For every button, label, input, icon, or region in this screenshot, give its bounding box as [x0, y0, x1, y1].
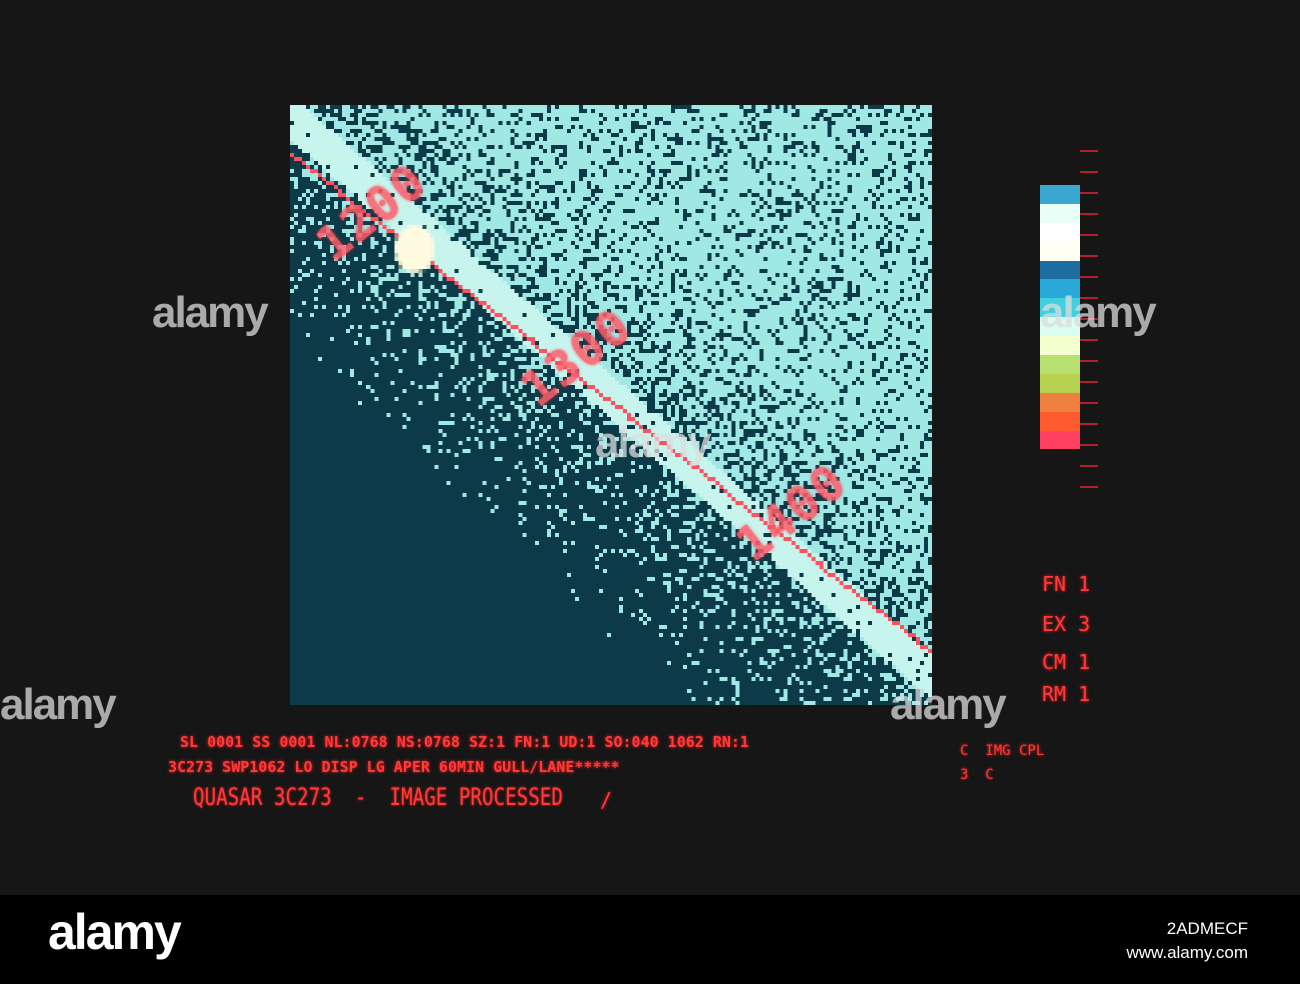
watermark: alamy: [1040, 288, 1157, 337]
status-right-1: C IMG CPL: [960, 743, 1045, 759]
scale-tick: [1080, 381, 1098, 383]
scale-tick: [1080, 276, 1098, 278]
color-scale-segment: [1040, 430, 1080, 450]
scale-tick: [1080, 234, 1098, 236]
scale-tick: [1080, 192, 1098, 194]
status-line-1: SL 0001 SS 0001 NL:0768 NS:0768 SZ:1 FN:…: [180, 733, 749, 751]
scale-tick: [1080, 444, 1098, 446]
color-scale-segment: [1040, 355, 1080, 374]
color-scale-segment: [1040, 222, 1080, 242]
color-scale-segment: [1040, 336, 1080, 356]
watermark: alamy: [595, 418, 712, 467]
color-scale-segment: [1040, 185, 1080, 204]
param-fn: FN 1: [1042, 572, 1091, 596]
alamy-logo: alamy: [48, 904, 182, 960]
color-scale-segment: [1040, 260, 1080, 280]
color-scale-segment: [1040, 203, 1080, 223]
scale-tick: [1080, 402, 1098, 404]
watermark: alamy: [890, 680, 1007, 729]
scale-tick: [1080, 423, 1098, 425]
param-rm: RM 1: [1042, 682, 1091, 706]
image-id: 2ADMECF: [1166, 919, 1248, 938]
watermark: alamy: [0, 680, 117, 729]
credit-url: www.alamy.com: [1126, 943, 1248, 962]
status-right-2: 3 C: [960, 767, 994, 783]
scale-tick: [1080, 255, 1098, 257]
image-title: QUASAR 3C273 - IMAGE PROCESSED: [193, 783, 563, 811]
color-scale-segment: [1040, 241, 1080, 261]
processed-image: 1200 1300 1400: [290, 105, 932, 705]
scale-tick: [1080, 486, 1098, 488]
scale-tick: [1080, 171, 1098, 173]
color-scale-segment: [1040, 373, 1080, 393]
scale-tick: [1080, 339, 1098, 341]
param-ex: EX 3: [1042, 612, 1091, 636]
scale-tick: [1080, 360, 1098, 362]
scale-tick: [1080, 150, 1098, 152]
status-line-2: 3C273 SWP1062 LO DISP LG APER 60MIN GULL…: [168, 758, 620, 776]
watermark: alamy: [152, 288, 269, 337]
color-scale-segment: [1040, 392, 1080, 412]
crt-screen: 1200 1300 1400 FN 1 EX 3 CM 1 RM 1 SL 00…: [0, 0, 1300, 895]
scale-tick: [1080, 213, 1098, 215]
watermark-bar: alamy 2ADMECF www.alamy.com: [0, 895, 1300, 984]
image-credit: 2ADMECF www.alamy.com: [1126, 917, 1248, 965]
color-scale-segment: [1040, 411, 1080, 431]
param-cm: CM 1: [1042, 650, 1091, 674]
scale-tick: [1080, 465, 1098, 467]
cursor-slash: /: [600, 788, 613, 812]
